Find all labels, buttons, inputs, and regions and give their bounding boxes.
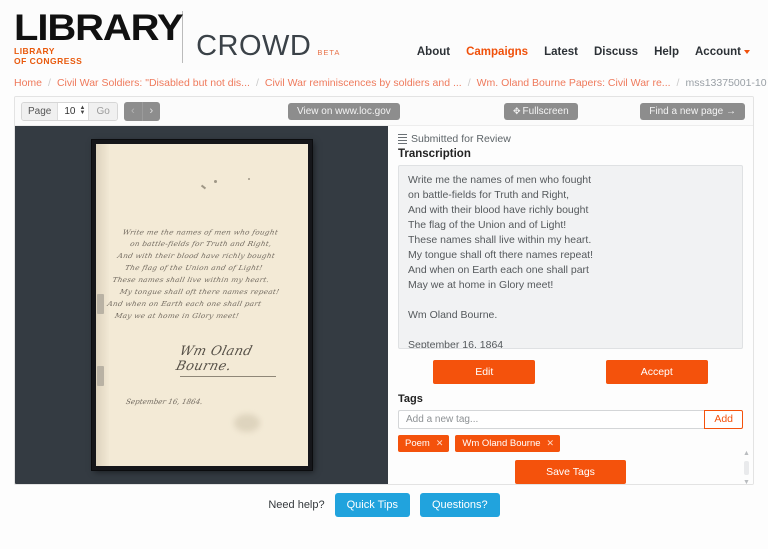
fullscreen-label: Fullscreen — [522, 105, 569, 117]
tag-list: Poem ✕ Wm Oland Bourne ✕ — [398, 435, 743, 452]
paper-fleck — [213, 180, 217, 183]
transcription-actions: Edit Accept — [398, 359, 743, 384]
site-header: LIBRARY LIBRARY OF CONGRESS CROWD BETA A… — [0, 0, 768, 70]
nav-item-latest[interactable]: Latest — [544, 46, 578, 58]
image-viewer[interactable]: Write me the names of men who fought on … — [15, 126, 388, 484]
add-tag-button[interactable]: Add — [704, 409, 743, 429]
breadcrumb-current-asset: mss13375001-10 — [685, 77, 767, 89]
content-card: Page 10 ▲ ▼ Go ‹ › View on www.loc.gov ✥ F… — [14, 96, 754, 485]
view-on-loc-button[interactable]: View on www.loc.gov — [288, 102, 400, 120]
stepper-arrows-icon[interactable]: ▲ ▼ — [79, 105, 85, 116]
page-tab-marker — [96, 294, 104, 314]
nav-item-help[interactable]: Help — [654, 46, 679, 58]
library-of-congress-logo[interactable]: LIBRARY LIBRARY OF CONGRESS — [14, 7, 184, 66]
tag-label: Wm Oland Bourne — [462, 438, 541, 449]
chevron-down-icon — [744, 50, 750, 54]
save-tags-button[interactable]: Save Tags — [515, 460, 626, 484]
page-number-stepper[interactable]: 10 ▲ ▼ — [57, 102, 90, 120]
signature-flourish — [179, 376, 276, 377]
crowd-product-lockup[interactable]: CROWD BETA — [183, 30, 340, 63]
handwritten-poem: Write me the names of men who fought on … — [103, 226, 293, 322]
page-title: Transcription — [398, 148, 471, 160]
scroll-up-icon[interactable]: ▲ — [743, 450, 750, 457]
tag-input-row: Add — [398, 409, 743, 429]
page-selector-group[interactable]: Page 10 ▲ ▼ Go — [21, 101, 118, 121]
page-tab-marker — [96, 366, 104, 386]
need-help-label: Need help? — [268, 499, 325, 511]
handwriting-line: May we at home in Glory meet! — [113, 311, 240, 320]
breadcrumb: Home / Civil War Soldiers: "Disabled but… — [0, 70, 768, 96]
product-name: CROWD — [196, 30, 312, 62]
remove-tag-icon[interactable]: ✕ — [436, 439, 444, 448]
status-badge: Submitted for Review — [398, 133, 743, 145]
page-nav-arrows: ‹ › — [123, 101, 160, 121]
asset-toolbar: Page 10 ▲ ▼ Go ‹ › View on www.loc.gov ✥ F… — [15, 97, 753, 126]
breadcrumb-item-item[interactable]: Wm. Oland Bourne Papers: Civil War re... — [477, 77, 671, 89]
transcription-text: Write me the names of men who fought on … — [398, 165, 743, 349]
next-page-button[interactable]: › — [141, 101, 160, 121]
handwritten-date: September 16, 1864. — [124, 397, 204, 406]
beta-badge: BETA — [317, 48, 341, 57]
nav-item-campaigns[interactable]: Campaigns — [466, 46, 528, 58]
tags-heading: Tags — [398, 392, 423, 405]
nav-item-discuss[interactable]: Discuss — [594, 46, 638, 58]
breadcrumb-separator: / — [467, 77, 471, 89]
nav-item-about[interactable]: About — [417, 46, 450, 58]
remove-tag-icon[interactable]: ✕ — [547, 439, 555, 448]
main-navigation: About Campaigns Latest Discuss Help Acco… — [417, 46, 750, 58]
handwriting-line: The flag of the Union and of Light! — [123, 263, 263, 272]
list-icon — [398, 133, 407, 145]
handwriting-line: And when on Earth each one shall part — [106, 299, 262, 308]
tag-pill[interactable]: Poem ✕ — [398, 435, 450, 452]
nav-account-label: Account — [695, 46, 741, 58]
manuscript-page-image[interactable]: Write me the names of men who fought on … — [91, 140, 312, 470]
page-go-button[interactable]: Go — [89, 102, 117, 120]
breadcrumb-item-campaign[interactable]: Civil War Soldiers: "Disabled but not di… — [57, 77, 250, 89]
handwriting-line: My tongue shall oft there names repeat! — [118, 287, 280, 296]
panel-scrollbar[interactable]: ▲ ▼ — [742, 450, 751, 484]
breadcrumb-item-home[interactable]: Home — [14, 77, 42, 89]
accept-button[interactable]: Accept — [605, 359, 708, 384]
transcription-panel: Submitted for Review Transcription Write… — [388, 126, 753, 484]
paper-fleck — [247, 178, 250, 180]
questions-button[interactable]: Questions? — [419, 493, 500, 517]
brand-lockup[interactable]: LIBRARY LIBRARY OF CONGRESS CROWD BETA — [14, 7, 340, 66]
tag-label: Poem — [405, 438, 430, 449]
find-new-page-button[interactable]: Find a new page → — [640, 102, 745, 120]
quick-tips-button[interactable]: Quick Tips — [334, 493, 410, 517]
breadcrumb-separator: / — [48, 77, 51, 89]
logo-library-wordmark: LIBRARY — [14, 7, 184, 48]
nav-item-account[interactable]: Account — [695, 46, 750, 58]
handwritten-signature: Wm Oland Bourne. — [173, 344, 254, 374]
tag-pill[interactable]: Wm Oland Bourne ✕ — [455, 435, 561, 452]
breadcrumb-separator: / — [255, 77, 259, 89]
tag-input[interactable] — [398, 409, 705, 429]
edit-button[interactable]: Edit — [433, 359, 536, 384]
paper-smudge — [233, 414, 260, 432]
breadcrumb-separator: / — [676, 77, 680, 89]
previous-page-button[interactable]: ‹ — [123, 101, 142, 121]
breadcrumb-item-project[interactable]: Civil War reminiscences by soldiers and … — [265, 77, 462, 89]
page-number-value: 10 — [64, 105, 76, 117]
card-body: Write me the names of men who fought on … — [15, 126, 753, 484]
fullscreen-button[interactable]: ✥ Fullscreen — [504, 102, 578, 120]
help-footer: Need help? Quick Tips Questions? — [0, 485, 768, 525]
fullscreen-icon: ✥ — [513, 105, 521, 116]
save-tags-row: Save Tags — [398, 460, 743, 484]
logo-subtitle: LIBRARY OF CONGRESS — [14, 46, 170, 66]
handwriting-line: on battle-fields for Truth and Right, — [128, 239, 272, 249]
paper-fleck — [200, 184, 206, 190]
logo-subtitle-line2: OF CONGRESS — [14, 55, 83, 66]
scroll-thumb[interactable] — [744, 461, 749, 475]
handwriting-line: Write me the names of men who fought — [121, 227, 279, 237]
status-text: Submitted for Review — [411, 133, 511, 145]
handwriting-line: And with their blood have richly bought — [116, 251, 276, 261]
page-label: Page — [22, 102, 58, 120]
handwriting-line: These names shall live within my heart. — [111, 275, 270, 284]
page-root: LIBRARY LIBRARY OF CONGRESS CROWD BETA A… — [0, 0, 768, 549]
